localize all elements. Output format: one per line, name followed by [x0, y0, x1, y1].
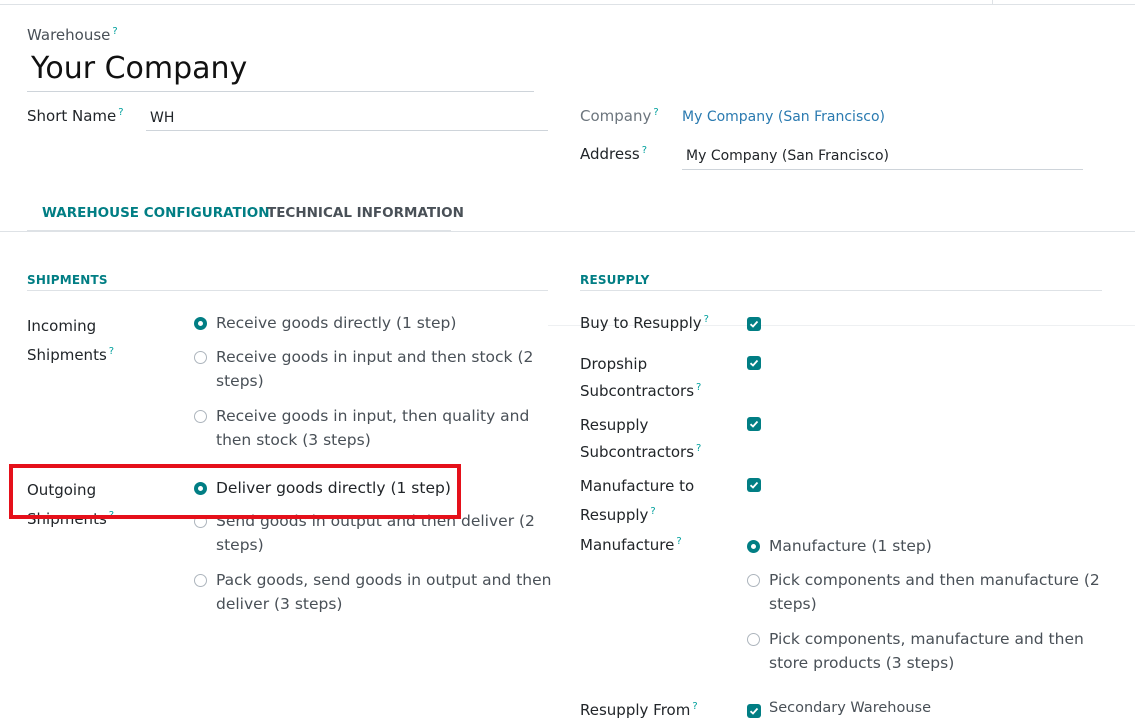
- manufacture-to-label-line2: Resupply: [580, 506, 649, 524]
- option-text: Manufacture (1 step): [769, 537, 932, 555]
- option-text: deliver (3 steps): [216, 595, 343, 613]
- check-icon: [749, 481, 759, 489]
- incoming-option-2[interactable]: Receive goods in input and then stock (2…: [216, 345, 533, 393]
- help-icon[interactable]: ?: [118, 107, 123, 118]
- outgoing-option-3[interactable]: Pack goods, send goods in output and the…: [216, 568, 551, 616]
- resupply-from-label: Resupply From?: [580, 701, 698, 719]
- company-label-text: Company: [580, 107, 652, 125]
- check-icon: [749, 320, 759, 328]
- tab-technical-information[interactable]: TECHNICAL INFORMATION: [267, 205, 464, 221]
- manufacture-option-2[interactable]: Pick components and then manufacture (2 …: [769, 568, 1100, 616]
- option-text: steps): [216, 372, 264, 390]
- short-name-label-text: Short Name: [27, 107, 117, 125]
- shipments-section-title: SHIPMENTS: [27, 273, 108, 287]
- resupply-subcontractors-checkbox[interactable]: [747, 417, 761, 431]
- tab-warehouse-configuration[interactable]: WAREHOUSE CONFIGURATION: [42, 205, 270, 221]
- address-input[interactable]: My Company (San Francisco): [686, 148, 889, 164]
- company-label: Company?: [580, 107, 659, 125]
- incoming-option-1[interactable]: Receive goods directly (1 step): [216, 311, 456, 335]
- resupply-from-value[interactable]: Secondary Warehouse: [769, 700, 931, 716]
- option-text: then stock (3 steps): [216, 431, 371, 449]
- option-text: Receive goods directly (1 step): [216, 314, 457, 332]
- top-border: [0, 4, 1135, 5]
- resupply-section-title: RESUPPLY: [580, 273, 650, 287]
- radio-incoming-1step[interactable]: [194, 317, 207, 330]
- incoming-shipments-label: Incoming Shipments?: [27, 314, 114, 368]
- incoming-label-line2: Shipments: [27, 346, 107, 364]
- help-icon[interactable]: ?: [676, 536, 681, 547]
- radio-manufacture-3steps[interactable]: [747, 633, 760, 646]
- help-icon[interactable]: ?: [696, 443, 701, 454]
- address-label: Address?: [580, 145, 647, 163]
- help-icon[interactable]: ?: [653, 107, 658, 118]
- option-text: Receive goods in input and then stock (2: [216, 348, 534, 366]
- check-icon: [749, 707, 759, 715]
- option-text: steps): [769, 595, 817, 613]
- short-name-input[interactable]: WH: [150, 110, 174, 126]
- radio-manufacture-1step[interactable]: [747, 540, 760, 553]
- shipments-separator: [27, 290, 548, 291]
- short-name-underline: [146, 130, 548, 131]
- help-icon[interactable]: ?: [696, 382, 701, 393]
- manufacture-to-resupply-checkbox[interactable]: [747, 478, 761, 492]
- dropship-subcontractors-checkbox[interactable]: [747, 356, 761, 370]
- tabs-underline: [27, 230, 451, 231]
- warehouse-name-input[interactable]: Your Company: [31, 51, 247, 86]
- resupply-separator: [580, 290, 1102, 291]
- option-text: store products (3 steps): [769, 654, 955, 672]
- buy-to-resupply-label: Buy to Resupply?: [580, 314, 709, 332]
- warehouse-label: Warehouse?: [27, 26, 118, 44]
- incoming-label-line1: Incoming: [27, 317, 97, 335]
- radio-incoming-2steps[interactable]: [194, 351, 207, 364]
- resupply-sub-label-line2: Subcontractors: [580, 443, 695, 461]
- manufacture-to-label-line1: Manufacture to: [580, 477, 695, 495]
- top-divider: [992, 0, 993, 4]
- company-link[interactable]: My Company (San Francisco): [682, 109, 885, 125]
- resupply-subcontractors-label: Resupply Subcontractors?: [580, 413, 701, 464]
- dropship-label-line2: Subcontractors: [580, 382, 695, 400]
- short-name-label: Short Name?: [27, 107, 124, 125]
- buy-to-resupply-checkbox[interactable]: [747, 317, 761, 331]
- tabs-bottom-border: [0, 231, 1135, 232]
- manufacture-option-1[interactable]: Manufacture (1 step): [769, 534, 932, 558]
- buy-label-text: Buy to Resupply: [580, 314, 702, 332]
- option-text: Pack goods, send goods in output and the…: [216, 571, 552, 589]
- help-icon[interactable]: ?: [642, 145, 647, 156]
- resupply-from-checkbox[interactable]: [747, 704, 761, 718]
- manufacture-label-text: Manufacture: [580, 536, 675, 554]
- help-icon[interactable]: ?: [692, 701, 697, 712]
- check-icon: [749, 359, 759, 367]
- help-icon[interactable]: ?: [112, 26, 117, 37]
- warehouse-label-text: Warehouse: [27, 26, 111, 44]
- highlight-box: [9, 464, 461, 519]
- option-text: steps): [216, 536, 264, 554]
- help-icon[interactable]: ?: [109, 346, 114, 357]
- resupply-from-label-text: Resupply From: [580, 701, 691, 719]
- address-label-text: Address: [580, 145, 640, 163]
- radio-outgoing-3steps[interactable]: [194, 574, 207, 587]
- manufacture-label: Manufacture?: [580, 536, 682, 554]
- incoming-option-3[interactable]: Receive goods in input, then quality and…: [216, 404, 529, 452]
- option-text: Pick components, manufacture and then: [769, 630, 1084, 648]
- address-underline: [682, 169, 1083, 170]
- check-icon: [749, 420, 759, 428]
- radio-manufacture-2steps[interactable]: [747, 574, 760, 587]
- option-text: Receive goods in input, then quality and: [216, 407, 530, 425]
- radio-incoming-3steps[interactable]: [194, 410, 207, 423]
- warehouse-name-underline: [27, 91, 534, 92]
- option-text: Pick components and then manufacture (2: [769, 571, 1100, 589]
- dropship-subcontractors-label: Dropship Subcontractors?: [580, 352, 701, 403]
- help-icon[interactable]: ?: [650, 506, 655, 517]
- manufacture-to-resupply-label: Manufacture to Resupply?: [580, 474, 694, 528]
- dropship-label-line1: Dropship: [580, 355, 648, 373]
- manufacture-option-3[interactable]: Pick components, manufacture and then st…: [769, 627, 1084, 675]
- resupply-sub-label-line1: Resupply: [580, 416, 649, 434]
- help-icon[interactable]: ?: [704, 314, 709, 325]
